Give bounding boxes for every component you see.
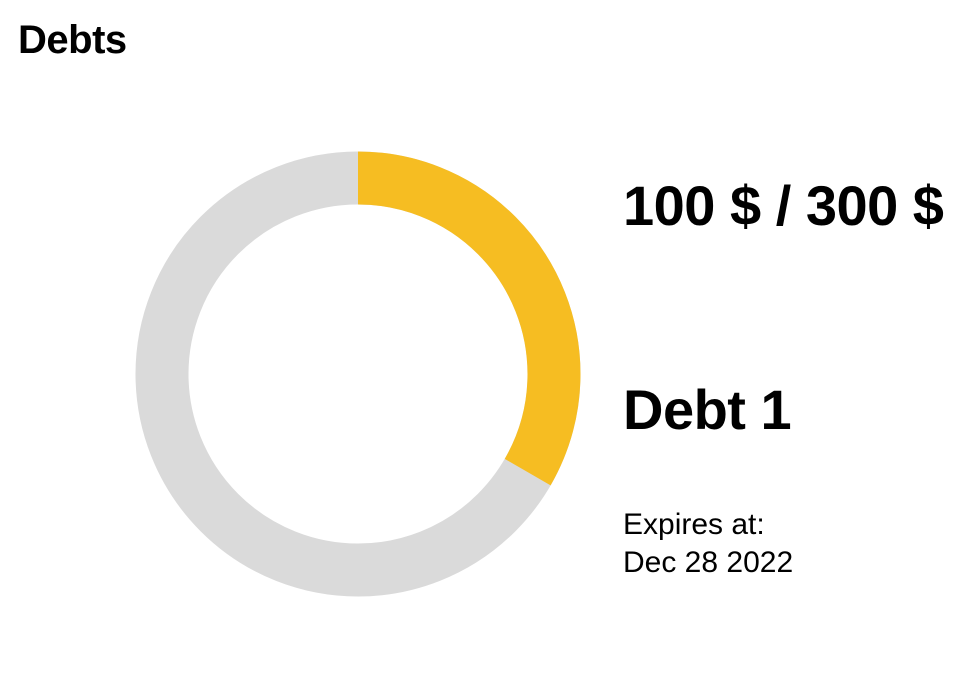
debt-progress-ring-graphic: [135, 151, 581, 597]
page-title: Debts: [18, 18, 127, 62]
debt-expiry: Expires at: Dec 28 2022: [623, 506, 793, 582]
debt-info: 100 $ / 300 $ Debt 1 Expires at: Dec 28 …: [623, 170, 953, 579]
debt-amount: 100 $ / 300 $: [623, 174, 944, 237]
expiry-date: Dec 28 2022: [623, 546, 794, 579]
debt-progress-ring: [132, 148, 584, 600]
debt-name: Debt 1: [623, 378, 792, 441]
expiry-label: Expires at:: [623, 508, 765, 541]
